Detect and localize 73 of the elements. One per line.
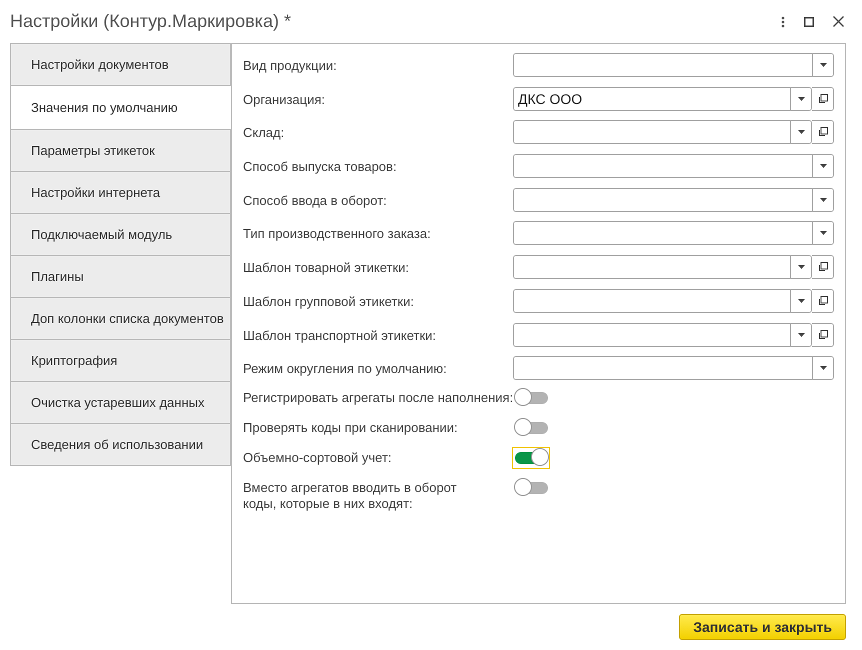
- open-button[interactable]: [812, 322, 834, 346]
- field-label: Шаблон транспортной этикетки:: [243, 328, 438, 344]
- open-window-icon: [818, 127, 828, 138]
- maximize-icon[interactable]: [804, 16, 814, 26]
- dropdown-button[interactable]: [790, 322, 812, 346]
- save-and-close-button[interactable]: Записать и закрыть: [679, 614, 846, 640]
- field-label: Проверять коды при сканировании:: [243, 420, 459, 436]
- field-label: Склад:: [243, 125, 286, 142]
- open-button[interactable]: [812, 120, 834, 144]
- tab[interactable]: Подключаемый модуль: [10, 214, 231, 256]
- field-label: Регистрировать агрегаты после наполнения:: [243, 390, 513, 406]
- dropdown-button[interactable]: [812, 154, 834, 178]
- field-label: Режим округления по умолчанию:: [243, 361, 448, 378]
- toggle-switch[interactable]: [512, 446, 550, 469]
- open-window-icon: [818, 330, 828, 340]
- toggle-switch[interactable]: [512, 416, 550, 439]
- caret-icon: [820, 63, 826, 67]
- tab[interactable]: Значения по умолчанию: [10, 86, 231, 130]
- caret-icon: [820, 366, 826, 370]
- dropdown-button[interactable]: [790, 86, 812, 111]
- select-field[interactable]: [513, 120, 790, 144]
- close-icon[interactable]: [833, 16, 844, 27]
- tab[interactable]: Очистка устаревших данных: [10, 382, 231, 424]
- dropdown-button[interactable]: [812, 221, 834, 246]
- caret-icon: [798, 130, 804, 134]
- field-label: Шаблон групповой этикетки:: [243, 294, 415, 310]
- caret-icon: [798, 96, 804, 101]
- dropdown-button[interactable]: [790, 288, 812, 313]
- open-button[interactable]: [812, 255, 834, 280]
- dropdown-button[interactable]: [790, 255, 812, 280]
- dropdown-button[interactable]: [812, 188, 834, 212]
- open-button[interactable]: [812, 86, 834, 111]
- field-label: Вместо агрегатов вводить в оборот коды, которые в них входят:: [243, 480, 458, 512]
- dropdown-button[interactable]: [790, 120, 812, 144]
- field-label: Объемно-сортовой учет:: [243, 450, 393, 466]
- caret-icon: [798, 332, 804, 336]
- select-field[interactable]: [513, 255, 790, 280]
- dropdown-button[interactable]: [812, 356, 834, 380]
- select-field[interactable]: [513, 322, 790, 346]
- dropdown-button[interactable]: [812, 53, 834, 77]
- select-field[interactable]: [513, 53, 812, 77]
- caret-icon: [798, 265, 804, 270]
- field-label: Вид продукции:: [243, 58, 338, 74]
- tab[interactable]: Плагины: [10, 256, 231, 298]
- toggle-switch[interactable]: [512, 386, 550, 409]
- window-title: Настройки (Контур.Маркировка) *: [10, 11, 291, 32]
- tab[interactable]: Криптография: [10, 340, 231, 382]
- select-field[interactable]: [513, 154, 812, 178]
- field-label: Организация:: [243, 92, 326, 108]
- select-field[interactable]: [513, 288, 790, 313]
- select-field[interactable]: [513, 356, 812, 380]
- open-window-icon: [818, 262, 828, 272]
- tab[interactable]: Настройки интернета: [10, 172, 231, 214]
- select-field[interactable]: ДКС ООО: [513, 86, 790, 111]
- open-window-icon: [818, 296, 828, 306]
- tab[interactable]: Сведения об использовании: [10, 424, 231, 466]
- tab[interactable]: Доп колонки списка документов: [10, 298, 231, 340]
- field-label: Способ выпуска товаров:: [243, 159, 398, 176]
- tab[interactable]: Параметры этикеток: [10, 130, 231, 172]
- more-icon[interactable]: [781, 16, 785, 28]
- caret-icon: [820, 164, 826, 168]
- open-window-icon: [818, 94, 828, 104]
- toggle-switch[interactable]: [512, 476, 550, 499]
- field-label: Тип производственного заказа:: [243, 226, 432, 242]
- caret-icon: [798, 298, 804, 303]
- field-label: Способ ввода в оборот:: [243, 192, 388, 209]
- open-button[interactable]: [812, 288, 834, 313]
- tab[interactable]: Настройки документов: [10, 43, 231, 86]
- select-field[interactable]: [513, 188, 812, 212]
- select-field[interactable]: [513, 221, 812, 246]
- caret-icon: [820, 198, 826, 202]
- field-label: Шаблон товарной этикетки:: [243, 260, 410, 276]
- caret-icon: [820, 231, 826, 236]
